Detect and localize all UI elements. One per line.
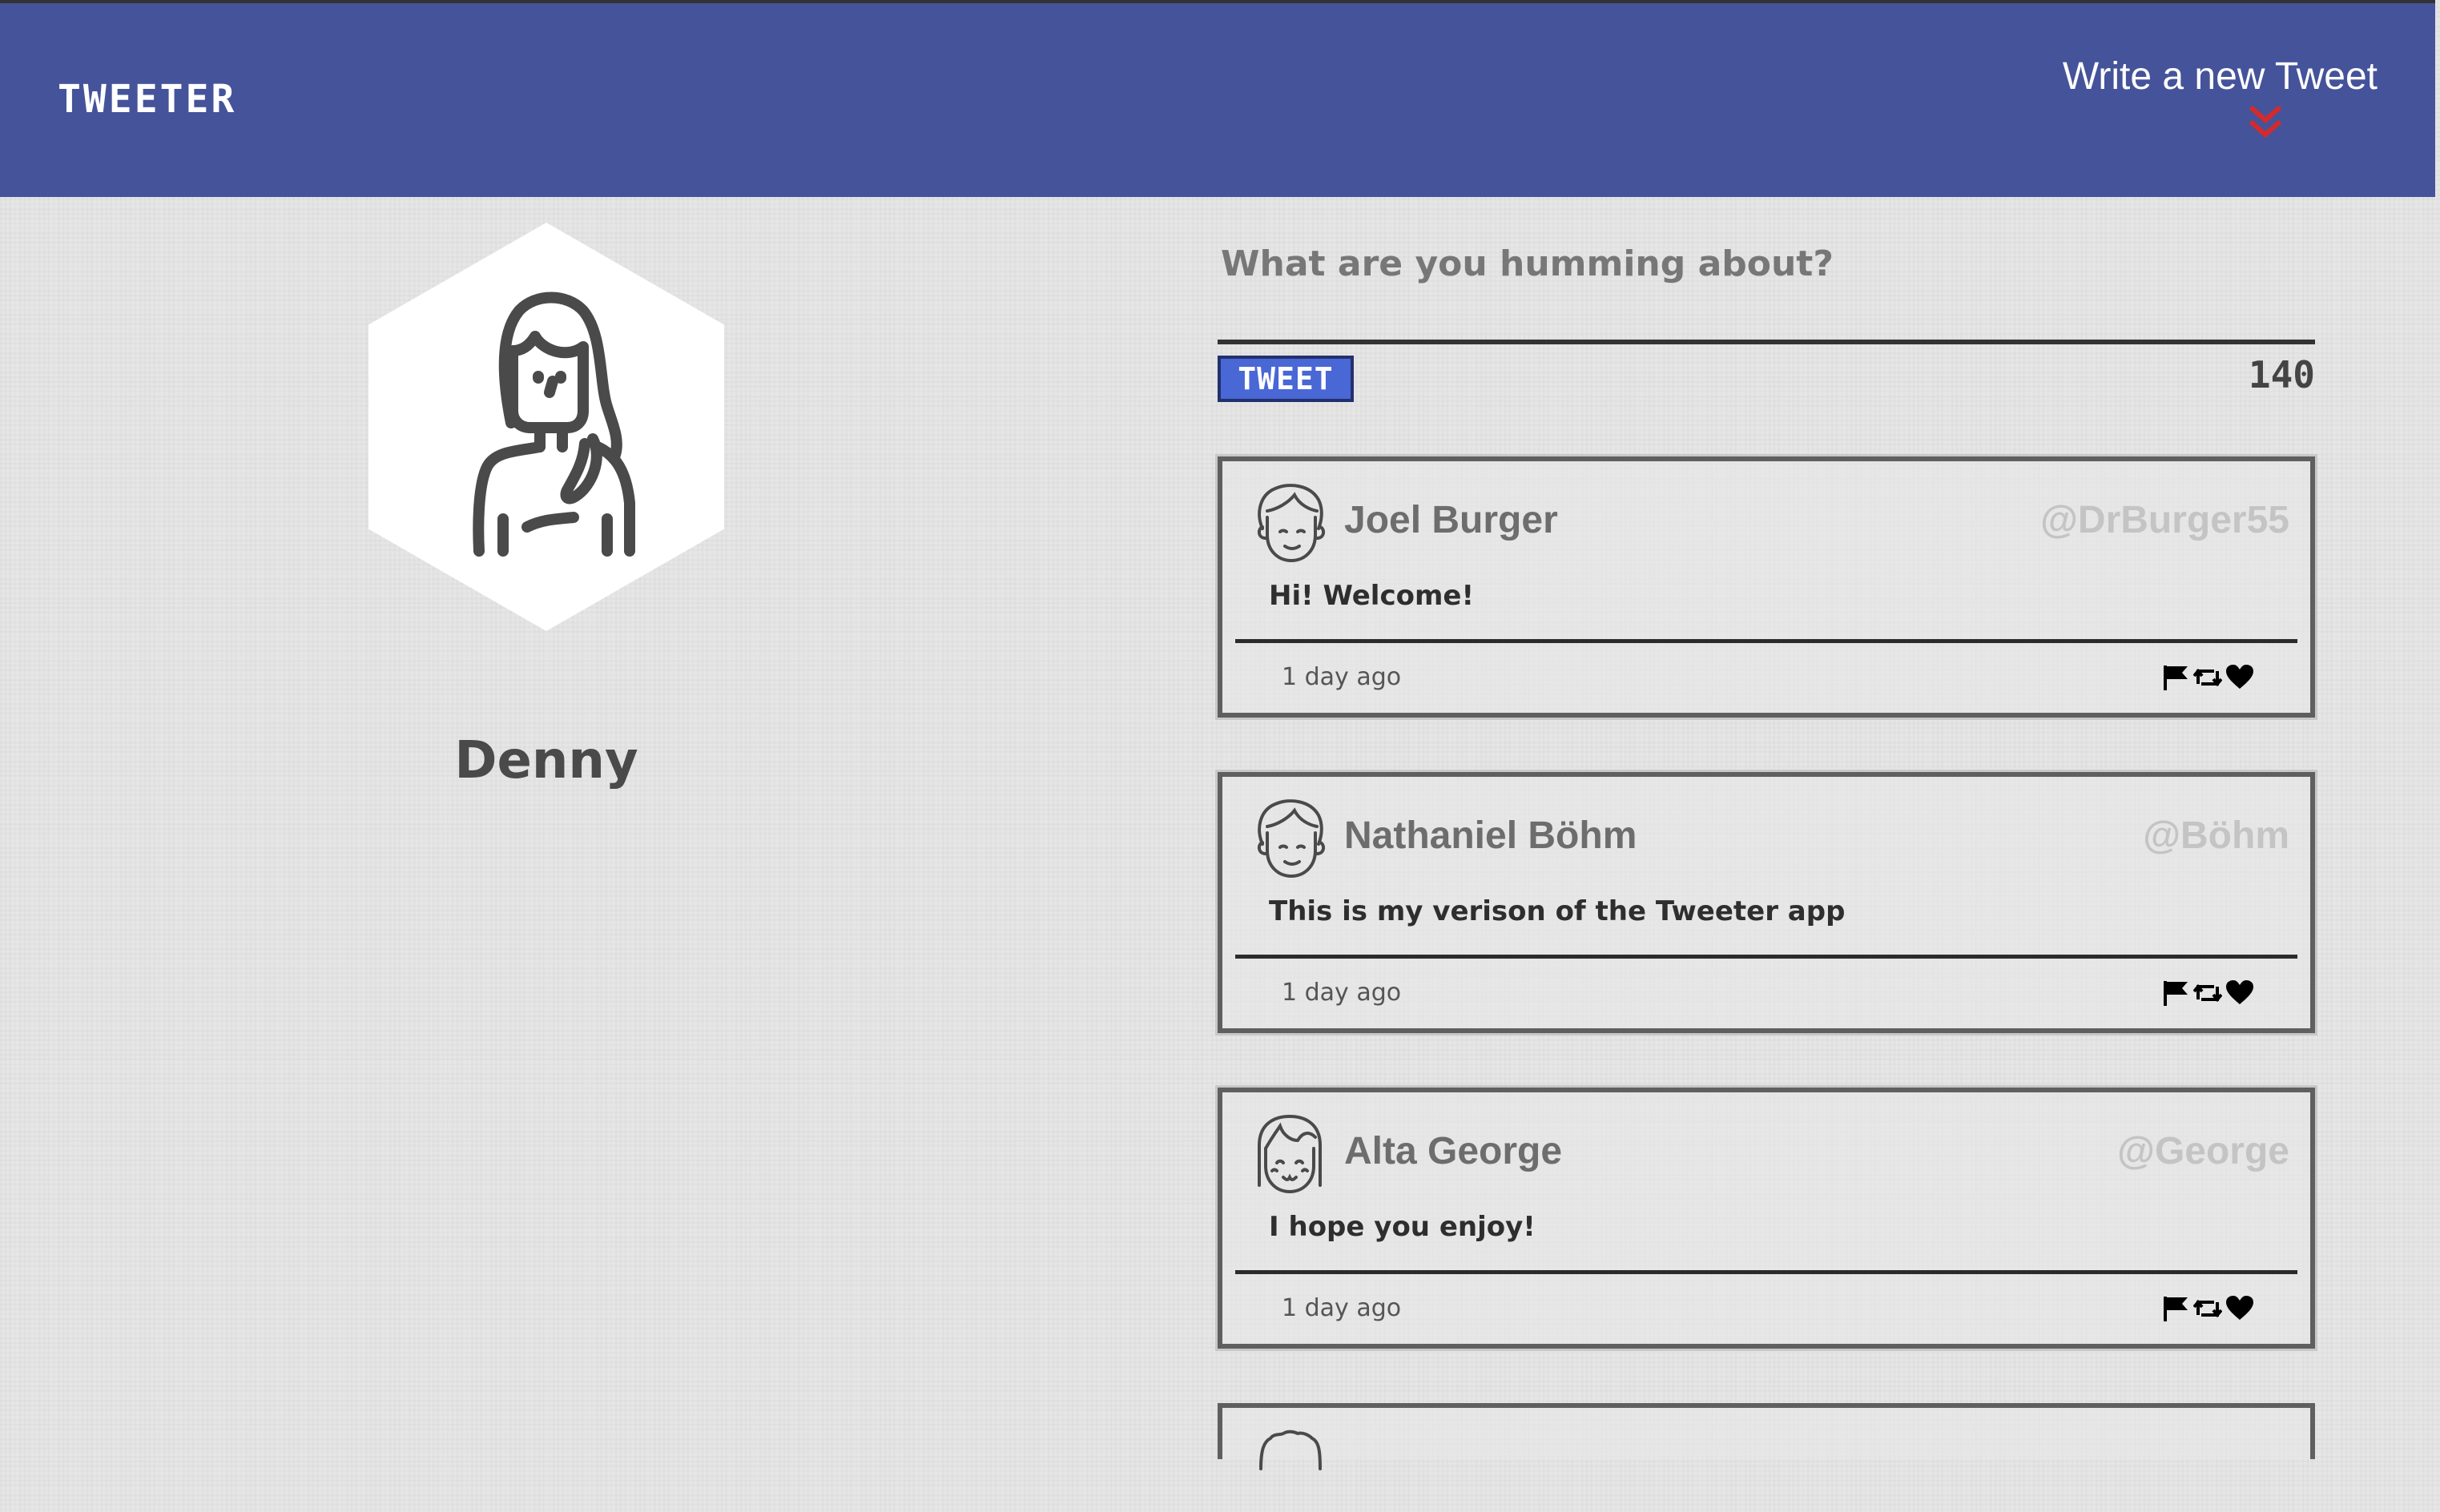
tweet-submit-button[interactable]: TWEET: [1218, 356, 1354, 402]
tweet-divider: [1235, 955, 2297, 959]
heart-icon[interactable]: [2225, 979, 2254, 1007]
tweet-actions: [2161, 1294, 2254, 1323]
tweet-timestamp: 1 day ago: [1282, 1294, 1402, 1322]
tweet-author-name: Alta George: [1344, 1130, 1563, 1172]
tweet-divider: [1235, 639, 2297, 643]
flag-icon[interactable]: [2161, 979, 2190, 1007]
tweet-author-handle: @DrBurger55: [2040, 499, 2289, 541]
brand-logo[interactable]: TWEETER: [58, 77, 236, 122]
avatar-icon: [1259, 1430, 1322, 1470]
woman-avatar-icon: [473, 292, 635, 557]
tweet-author-name: Nathaniel Böhm: [1344, 814, 1637, 857]
tweet-text: This is my verison of the Tweeter app: [1269, 895, 1846, 927]
new-tweet-form: TWEET 140: [1218, 224, 2315, 402]
tweet-card: [1218, 1403, 2315, 1470]
retweet-icon[interactable]: [2193, 979, 2222, 1007]
woman-bangs-avatar-icon: [1258, 1114, 1322, 1194]
heart-icon[interactable]: [2225, 1294, 2254, 1323]
tweet-text: Hi! Welcome!: [1269, 580, 1474, 612]
double-chevron-down-icon[interactable]: [2248, 106, 2283, 141]
character-counter: 140: [2248, 353, 2315, 396]
flag-icon[interactable]: [2161, 663, 2190, 692]
retweet-icon[interactable]: [2193, 1294, 2222, 1323]
write-new-tweet-button[interactable]: Write a new Tweet: [2041, 54, 2378, 138]
tweet-author-handle: @George: [2117, 1130, 2289, 1172]
tweet-input[interactable]: [1218, 224, 2315, 344]
profile-name: Denny: [454, 731, 638, 790]
tweet-divider: [1235, 1270, 2297, 1274]
tweet-timestamp: 1 day ago: [1282, 979, 1402, 1007]
tweet-feed: Joel Burger @DrBurger55 Hi! Welcome! 1 d…: [1215, 454, 2317, 1470]
man-avatar-icon: [1257, 799, 1326, 879]
tweet-author-name: Joel Burger: [1344, 499, 1558, 541]
retweet-icon[interactable]: [2193, 663, 2222, 692]
man-avatar-icon: [1257, 484, 1326, 563]
user-profile: Denny: [368, 223, 724, 790]
tweet-card: Alta George @George I hope you enjoy! 1 …: [1215, 1085, 2317, 1351]
write-new-tweet-label: Write a new Tweet: [2062, 55, 2378, 98]
heart-icon[interactable]: [2225, 663, 2254, 692]
tweet-actions: [2161, 979, 2254, 1007]
profile-avatar-frame: [368, 223, 724, 631]
tweet-actions: [2161, 663, 2254, 692]
tweet-timestamp: 1 day ago: [1282, 663, 1402, 691]
tweet-card: Nathaniel Böhm @Böhm This is my verison …: [1215, 770, 2317, 1035]
flag-icon[interactable]: [2161, 1294, 2190, 1323]
tweet-card: Joel Burger @DrBurger55 Hi! Welcome! 1 d…: [1215, 454, 2317, 720]
tweet-author-handle: @Böhm: [2143, 814, 2289, 857]
tweet-text: I hope you enjoy!: [1269, 1211, 1536, 1243]
top-nav: TWEETER Write a new Tweet: [0, 0, 2435, 197]
